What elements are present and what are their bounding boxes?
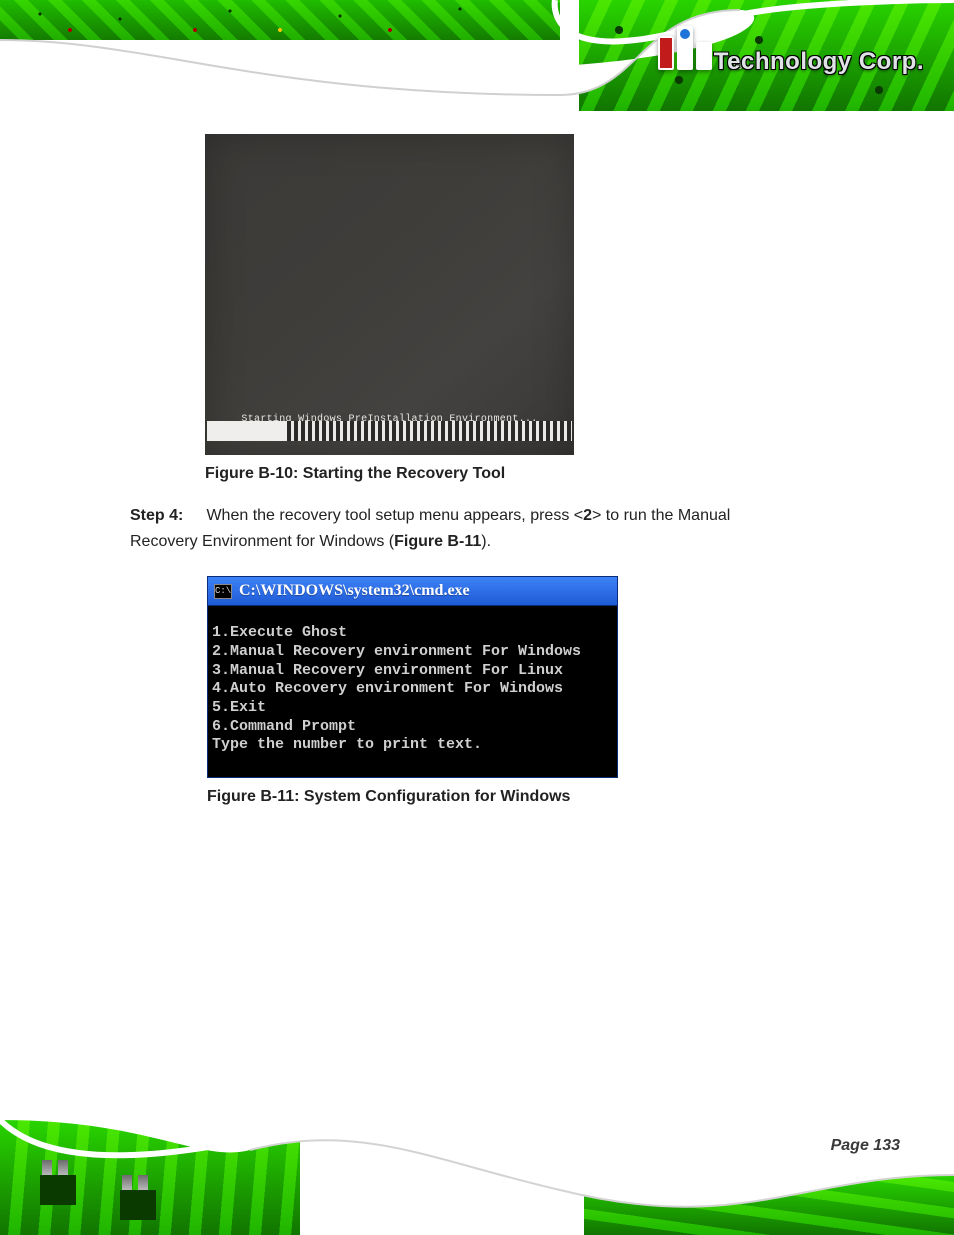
figure-b11-caption: Figure B-11: System Configuration for Wi… — [207, 788, 618, 806]
logo-bar-white-dot — [677, 26, 693, 70]
winpe-loading-screenshot: Starting Windows PreInstallation Environ… — [205, 134, 574, 455]
cmd-titlebar: C:\ C:\WINDOWS\system32\cmd.exe — [208, 577, 617, 606]
cmd-icon: C:\ — [214, 584, 232, 599]
logo-bar-white — [696, 42, 712, 70]
step-figure-ref: Figure B-11 — [394, 533, 481, 550]
step-text-1: When the recovery tool setup menu appear… — [206, 507, 583, 524]
winpe-progress-fill — [207, 421, 287, 441]
step-label: Step 4: — [130, 503, 202, 529]
cmd-body: 1.Execute Ghost 2.Manual Recovery enviro… — [208, 606, 617, 777]
page-number: Page 133 — [831, 1137, 900, 1155]
footer-pcb-left — [0, 1120, 300, 1235]
figure-b10-caption: Figure B-10: Starting the Recovery Tool — [205, 465, 574, 483]
brand-text: Technology Corp. — [714, 48, 924, 76]
page-footer-band: Page 133 — [0, 1120, 954, 1235]
footer-pcb-right — [584, 1175, 954, 1235]
cmd-title-text: C:\WINDOWS\system32\cmd.exe — [239, 582, 470, 600]
page-content: Starting Windows PreInstallation Environ… — [0, 111, 954, 806]
figure-b11-block: C:\ C:\WINDOWS\system32\cmd.exe 1.Execut… — [207, 576, 618, 806]
figure-b10-block: Starting Windows PreInstallation Environ… — [205, 134, 574, 483]
page-header-band: ® Technology Corp. — [0, 0, 954, 111]
logo-bar-red — [658, 36, 674, 70]
step-key: 2 — [583, 507, 592, 524]
cmd-window: C:\ C:\WINDOWS\system32\cmd.exe 1.Execut… — [207, 576, 618, 778]
step-4-paragraph: Step 4: When the recovery tool setup men… — [130, 503, 770, 554]
header-pcb-left — [0, 0, 560, 40]
step-text-3: ). — [481, 533, 491, 550]
